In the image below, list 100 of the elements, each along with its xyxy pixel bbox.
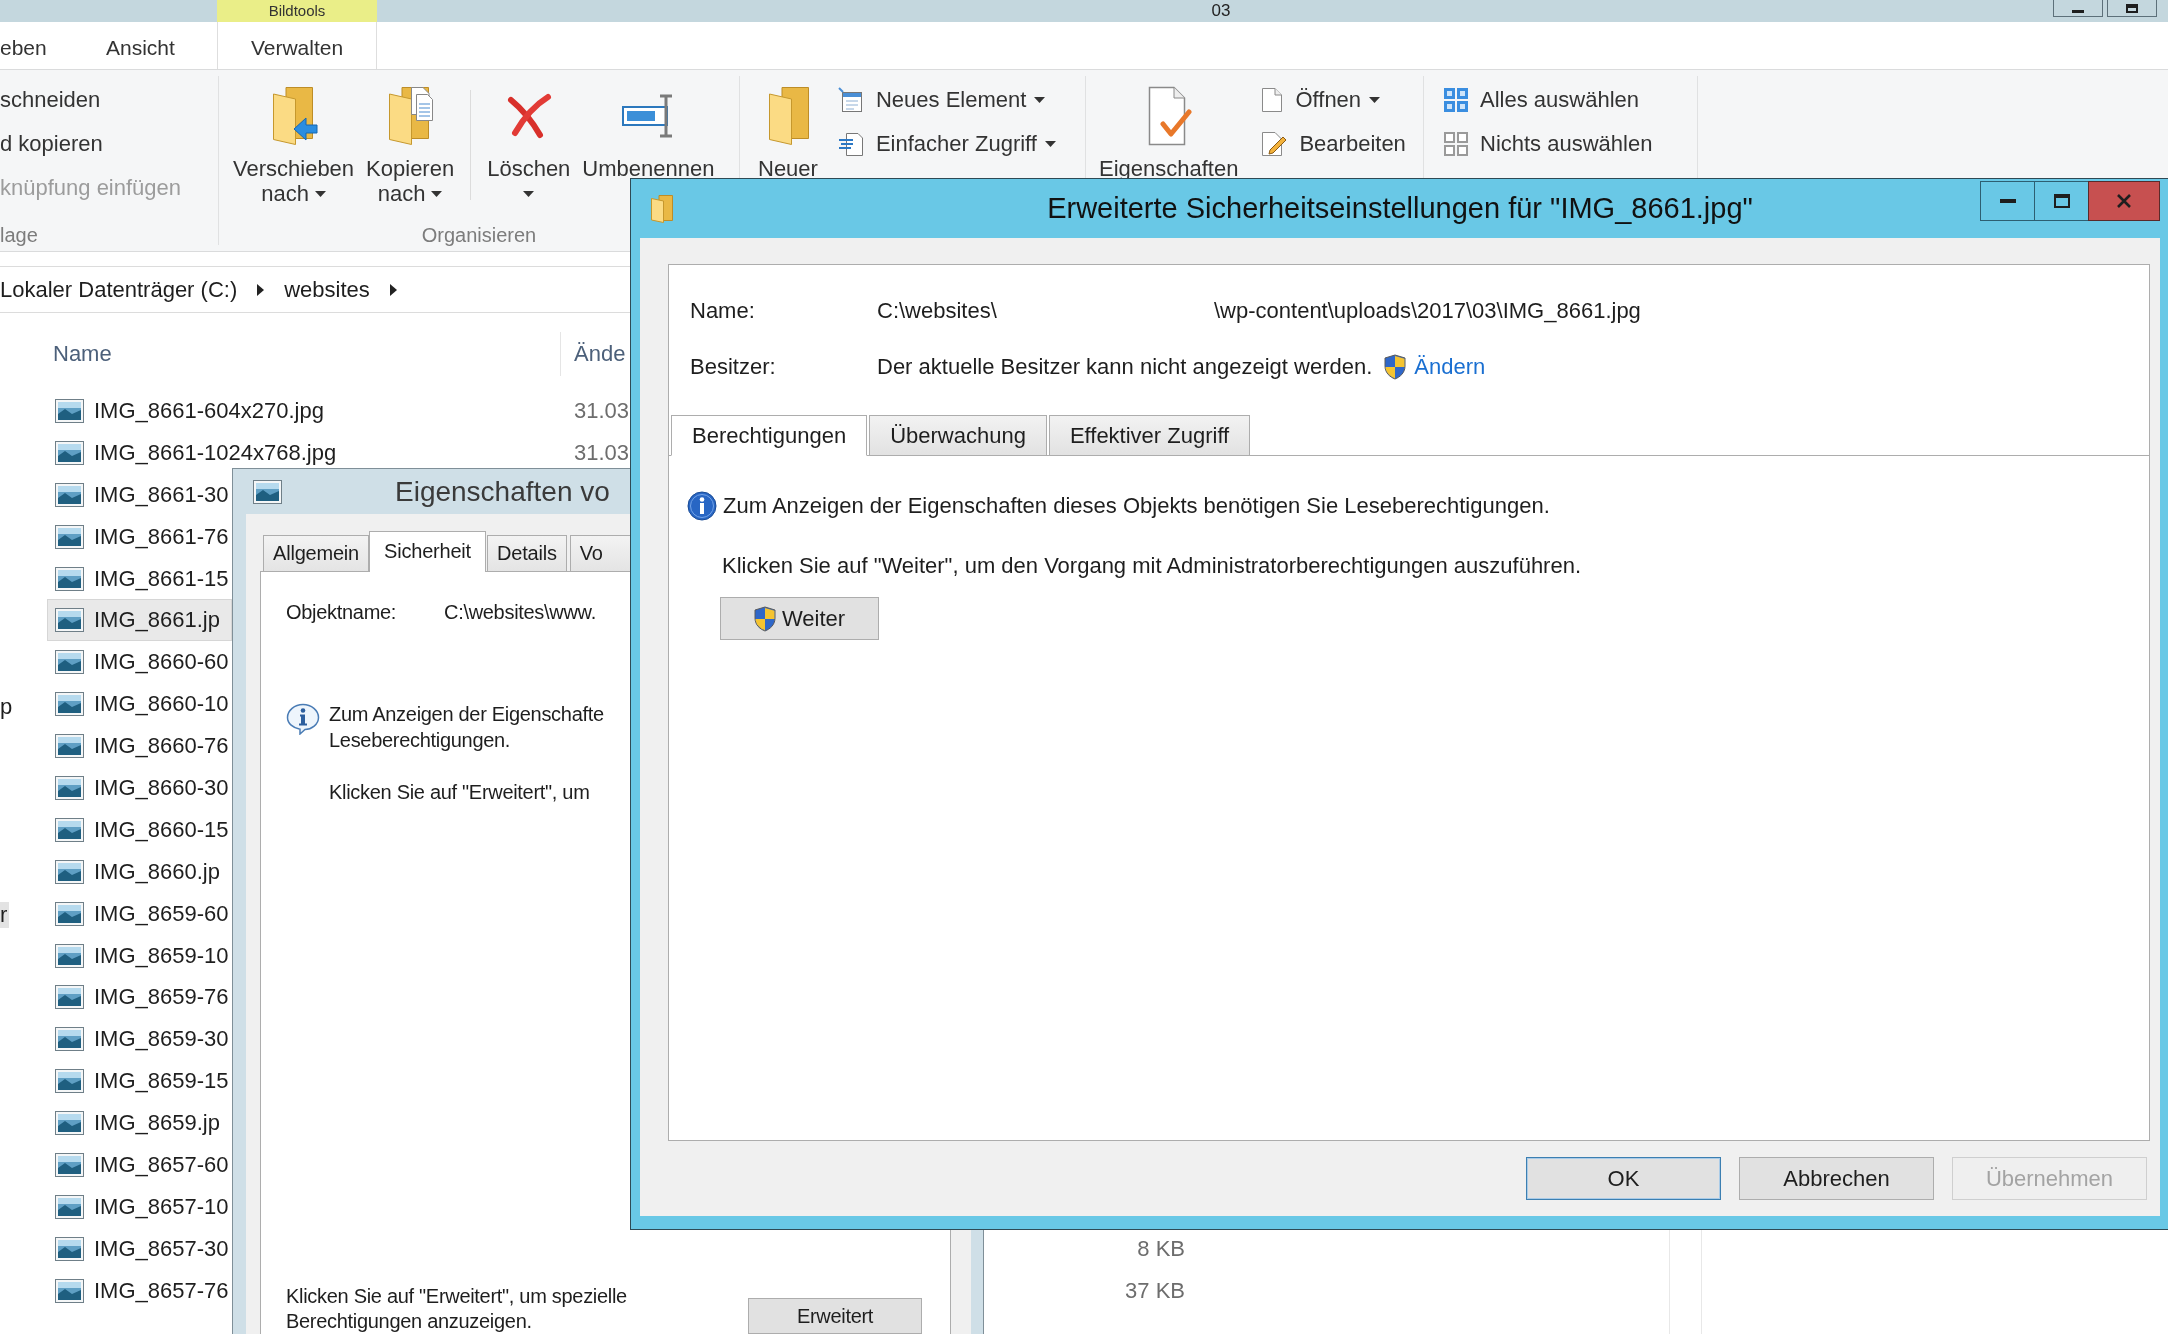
- file-item[interactable]: IMG_8660-60: [47, 641, 235, 684]
- ribbon-button[interactable]: schneiden: [0, 78, 101, 122]
- file-item[interactable]: IMG_8657-76: [47, 1269, 235, 1312]
- ribbon-button[interactable]: Verschieben nach: [229, 76, 359, 206]
- nav-item[interactable]: p: [0, 694, 15, 720]
- ribbon-tab[interactable]: Ansicht: [77, 22, 217, 69]
- ribbon-button[interactable]: Eigenschaften: [1095, 76, 1243, 181]
- file-item[interactable]: IMG_8659-76: [47, 976, 235, 1019]
- file-item[interactable]: IMG_8661-30: [47, 473, 235, 516]
- maximize-button[interactable]: [2107, 0, 2157, 17]
- info-icon: [286, 703, 320, 735]
- context-tab-header: Bildtools: [217, 0, 377, 22]
- file-item[interactable]: IMG_8660-15: [47, 808, 235, 851]
- file-item[interactable]: IMG_8660.jp: [47, 850, 232, 893]
- file-name: IMG_8659-60: [94, 900, 229, 927]
- shield-icon: [1384, 354, 1407, 380]
- document-lines-icon: [837, 131, 864, 157]
- maximize-button[interactable]: [2034, 181, 2089, 221]
- document-window-icon: [837, 87, 864, 113]
- image-file-icon: [55, 858, 84, 885]
- shield-icon: [753, 605, 776, 632]
- dialog-tab[interactable]: Allgemein: [263, 535, 370, 571]
- file-name: IMG_8659.jp: [94, 1110, 220, 1137]
- breadcrumb-item[interactable]: websites: [284, 276, 370, 303]
- file-item[interactable]: IMG_8659-15: [47, 1060, 235, 1103]
- info-text: Zum Anzeigen der Eigenschaften dieses Objekts benötigen Sie Leseberechtigungen.: [723, 493, 1550, 519]
- file-item[interactable]: IMG_8660-30: [47, 767, 235, 809]
- dialog-tab[interactable]: Überwachung: [869, 415, 1047, 456]
- column-header[interactable]: Name: [53, 341, 112, 367]
- ribbon-button[interactable]: d kopieren: [0, 122, 103, 166]
- caret-icon: [431, 190, 443, 197]
- info-icon: [687, 491, 717, 521]
- file-name: IMG_8659-30: [94, 1026, 229, 1053]
- file-item[interactable]: IMG_8657-30: [47, 1227, 235, 1270]
- document-pencil-icon: [1261, 131, 1288, 157]
- group-label: Organisieren: [421, 224, 537, 246]
- nav-item[interactable]: r: [0, 902, 10, 928]
- file-item[interactable]: IMG_8659-30: [47, 1018, 235, 1061]
- continue-button[interactable]: Weiter: [720, 597, 879, 640]
- file-item[interactable]: IMG_8661-1024x768.jpg: [47, 431, 343, 474]
- ribbon-button[interactable]: Bearbeiten: [1261, 122, 1406, 166]
- file-item[interactable]: IMG_8659-10: [47, 934, 235, 977]
- ribbon-button[interactable]: Alles auswählen: [1444, 78, 1639, 122]
- ribbon-button[interactable]: Umbenennen: [578, 76, 719, 181]
- file-item[interactable]: IMG_8659-60: [47, 892, 235, 935]
- maximize-icon: [2053, 194, 2070, 208]
- file-name: IMG_8659-10: [94, 942, 229, 969]
- change-owner-link[interactable]: Ändern: [1414, 354, 1486, 380]
- minimize-button[interactable]: [1980, 181, 2035, 221]
- triangle-right-icon: [257, 283, 265, 296]
- file-name: IMG_8660-60: [94, 649, 229, 676]
- file-item[interactable]: IMG_8660-76: [47, 725, 235, 767]
- dialog-tab[interactable]: Sicherheit: [369, 531, 486, 572]
- file-name: IMG_8660.jp: [94, 858, 220, 885]
- file-item[interactable]: IMG_8659.jp: [47, 1102, 232, 1145]
- ribbon-button[interactable]: Neuer: [754, 76, 822, 181]
- field-value: \wp-content\uploads\2017\03\IMG_8661.jpg: [1214, 298, 1641, 324]
- ribbon-button[interactable]: Kopieren nach: [362, 76, 459, 206]
- image-file-icon: [55, 1193, 84, 1220]
- ribbon-tab[interactable]: eben: [0, 22, 77, 69]
- file-item[interactable]: IMG_8661-15: [47, 557, 235, 600]
- file-item[interactable]: IMG_8657-10: [47, 1185, 235, 1228]
- dialog-tab[interactable]: Effektiver Zugriff: [1048, 415, 1251, 456]
- ribbon-button[interactable]: Öffnen: [1261, 78, 1381, 122]
- close-button[interactable]: [2088, 181, 2160, 221]
- image-file-icon: [55, 397, 84, 424]
- caret-icon: [314, 190, 326, 197]
- file-item[interactable]: IMG_8661.jp: [47, 599, 232, 642]
- advanced-button[interactable]: Erweitert: [748, 1298, 922, 1334]
- minimize-button[interactable]: [2053, 0, 2103, 17]
- field-value: C:\websites\: [877, 298, 997, 323]
- image-file-icon: [55, 816, 84, 843]
- file-item[interactable]: IMG_8661-604x270.jpg: [47, 390, 330, 432]
- dialog-button[interactable]: OK: [1526, 1157, 1721, 1200]
- ribbon-button[interactable]: Löschen: [483, 76, 575, 206]
- file-item[interactable]: IMG_8657-60: [47, 1144, 235, 1186]
- file-item[interactable]: IMG_8660-10: [47, 683, 235, 726]
- minimize-icon: [2072, 10, 2084, 13]
- file-name: IMG_8657-76: [94, 1277, 229, 1304]
- image-file-icon: [55, 565, 84, 592]
- file-name: IMG_8661-30: [94, 481, 229, 508]
- window-title: Eigenschaften vo: [395, 475, 610, 508]
- folder-icon: [650, 194, 674, 224]
- breadcrumb-item[interactable]: Lokaler Datenträger (C:): [0, 276, 238, 303]
- image-file-icon: [55, 1026, 84, 1053]
- field-label: Besitzer:: [690, 354, 776, 379]
- field-label: Objektname:: [286, 601, 397, 623]
- image-file-icon: [55, 523, 84, 550]
- dialog-button[interactable]: Abbrechen: [1739, 1157, 1934, 1200]
- file-item[interactable]: IMG_8661-76: [47, 515, 235, 558]
- file-name: IMG_8659-76: [94, 984, 229, 1011]
- dialog-tab[interactable]: Berechtigungen: [671, 415, 868, 456]
- image-file-icon: [253, 478, 282, 505]
- image-file-icon: [55, 942, 84, 969]
- column-header[interactable]: Ände: [574, 341, 626, 367]
- ribbon-button[interactable]: Einfacher Zugriff: [837, 122, 1056, 166]
- ribbon-button[interactable]: Neues Element: [837, 78, 1046, 122]
- dialog-tab[interactable]: Details: [486, 535, 567, 571]
- ribbon-button[interactable]: Nichts auswählen: [1444, 122, 1653, 166]
- window-title: Erweiterte Sicherheitseinstellungen für "IMG_8661.jpg": [1047, 191, 1753, 225]
